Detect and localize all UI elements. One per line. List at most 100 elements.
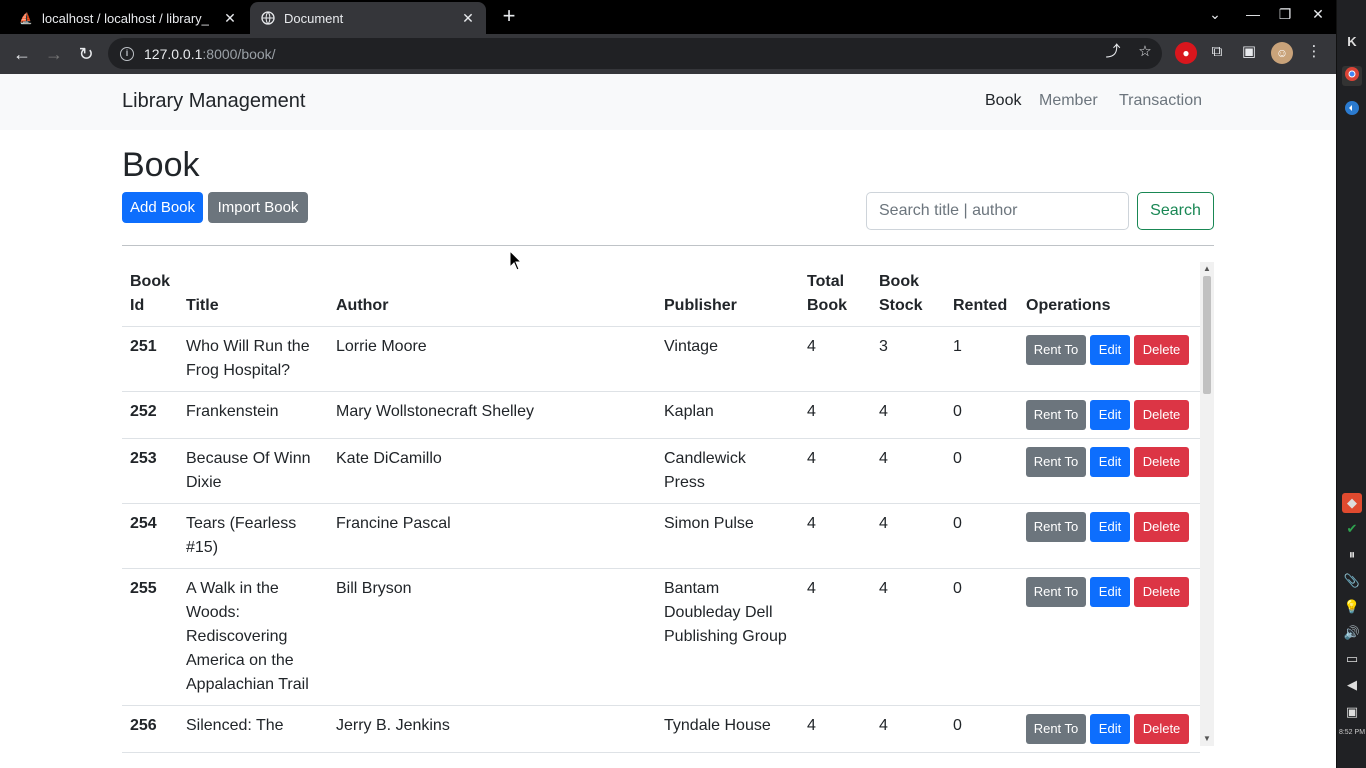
cell-rented: 0 bbox=[945, 391, 1018, 439]
site-info-icon[interactable]: i bbox=[120, 46, 134, 61]
rent-to-button[interactable]: Rent To bbox=[1026, 400, 1086, 430]
pause-icon[interactable]: ⏸ bbox=[1342, 545, 1362, 565]
cell-rented: 0 bbox=[945, 503, 1018, 569]
delete-button[interactable]: Delete bbox=[1134, 714, 1189, 744]
edit-button[interactable]: Edit bbox=[1090, 335, 1130, 365]
cell-operations: Rent To Edit Delete bbox=[1018, 438, 1200, 504]
extension-shield-icon[interactable]: ● bbox=[1175, 42, 1197, 64]
vscode-icon[interactable] bbox=[1342, 100, 1362, 120]
browser-tab-document[interactable]: Document ✕ bbox=[250, 2, 486, 34]
cell-author: Lorrie Moore bbox=[328, 326, 656, 392]
book-table: Book Id Title Author Publisher Total Boo… bbox=[122, 262, 1200, 753]
cell-operations: Rent To Edit Delete bbox=[1018, 503, 1200, 569]
tab-close-icon[interactable]: ✕ bbox=[222, 10, 238, 27]
extensions-puzzle-icon[interactable]: ⧉ bbox=[1207, 42, 1227, 62]
minimize-icon[interactable]: — bbox=[1243, 6, 1263, 22]
cell-stock: 4 bbox=[871, 503, 945, 569]
close-window-icon[interactable]: ✕ bbox=[1308, 6, 1328, 23]
cell-rented: 0 bbox=[945, 568, 1018, 706]
network-icon[interactable]: ✔ bbox=[1342, 519, 1362, 539]
desktop-icon[interactable]: ▣ bbox=[1342, 702, 1362, 722]
divider bbox=[122, 245, 1214, 246]
rent-to-button[interactable]: Rent To bbox=[1026, 335, 1086, 365]
header-operations: Operations bbox=[1018, 262, 1200, 327]
header-author: Author bbox=[328, 262, 656, 327]
edit-button[interactable]: Edit bbox=[1090, 512, 1130, 542]
delete-button[interactable]: Delete bbox=[1134, 400, 1189, 430]
cell-rented: 0 bbox=[945, 438, 1018, 504]
cell-total: 4 bbox=[799, 503, 871, 569]
cell-stock: 4 bbox=[871, 391, 945, 439]
collapse-arrow-icon[interactable]: ◀ bbox=[1342, 675, 1362, 695]
header-book-stock: Book Stock bbox=[871, 262, 945, 327]
reload-icon[interactable]: ↻ bbox=[74, 42, 98, 66]
scroll-up-arrow-icon[interactable]: ▲ bbox=[1202, 264, 1212, 273]
menu-kebab-icon[interactable]: ⋮ bbox=[1304, 42, 1324, 62]
scroll-down-arrow-icon[interactable]: ▼ bbox=[1202, 734, 1212, 743]
navbar-brand[interactable]: Library Management bbox=[122, 90, 305, 113]
nav-link-member[interactable]: Member bbox=[1039, 92, 1098, 110]
cell-author: Mary Wollstonecraft Shelley bbox=[328, 391, 656, 439]
forward-icon[interactable]: → bbox=[42, 42, 66, 66]
url-host: 127.0.0.1 bbox=[144, 45, 203, 62]
paperclip-icon[interactable]: 📎 bbox=[1342, 571, 1362, 591]
import-book-button[interactable]: Import Book bbox=[208, 192, 308, 223]
cell-book-id: 255 bbox=[122, 568, 178, 706]
cell-book-id: 253 bbox=[122, 438, 178, 504]
add-book-button[interactable]: Add Book bbox=[122, 192, 203, 223]
table-scrollbar[interactable]: ▲ ▼ bbox=[1200, 262, 1214, 746]
edit-button[interactable]: Edit bbox=[1090, 400, 1130, 430]
profile-avatar[interactable]: ☺ bbox=[1271, 42, 1293, 64]
edit-button[interactable]: Edit bbox=[1090, 447, 1130, 477]
cell-publisher: Simon Pulse bbox=[656, 503, 799, 569]
cell-total: 4 bbox=[799, 568, 871, 706]
tab-search-chevron-icon[interactable]: ⌄ bbox=[1205, 6, 1225, 23]
delete-button[interactable]: Delete bbox=[1134, 335, 1189, 365]
nav-link-transaction[interactable]: Transaction bbox=[1119, 92, 1202, 110]
edit-button[interactable]: Edit bbox=[1090, 714, 1130, 744]
back-icon[interactable]: ← bbox=[10, 42, 34, 66]
rent-to-button[interactable]: Rent To bbox=[1026, 577, 1086, 607]
rent-to-button[interactable]: Rent To bbox=[1026, 447, 1086, 477]
delete-button[interactable]: Delete bbox=[1134, 512, 1189, 542]
cell-publisher: Kaplan bbox=[656, 391, 799, 439]
delete-button[interactable]: Delete bbox=[1134, 447, 1189, 477]
browser-tab-phpmyadmin[interactable]: ⛵ localhost / localhost / library_ ✕ bbox=[8, 2, 248, 34]
restore-icon[interactable]: ❐ bbox=[1275, 6, 1295, 23]
anydesk-icon[interactable]: ◆ bbox=[1342, 493, 1362, 513]
cell-title: Who Will Run the Frog Hospital? bbox=[178, 326, 328, 392]
bookmark-star-icon[interactable]: ☆ bbox=[1135, 42, 1155, 62]
scrollbar-thumb[interactable] bbox=[1203, 276, 1211, 394]
search-input[interactable] bbox=[866, 192, 1129, 230]
side-panel-icon[interactable]: ▣ bbox=[1239, 42, 1259, 62]
rent-to-button[interactable]: Rent To bbox=[1026, 714, 1086, 744]
address-bar[interactable]: i 127.0.0.1:8000/book/ bbox=[108, 38, 1162, 69]
cell-author: Bill Bryson bbox=[328, 568, 656, 706]
edit-button[interactable]: Edit bbox=[1090, 577, 1130, 607]
cell-rented: 0 bbox=[945, 705, 1018, 753]
cell-total: 4 bbox=[799, 705, 871, 753]
cell-publisher: Vintage bbox=[656, 326, 799, 392]
lightbulb-icon[interactable]: 💡 bbox=[1342, 597, 1362, 617]
rent-to-button[interactable]: Rent To bbox=[1026, 512, 1086, 542]
cell-operations: Rent To Edit Delete bbox=[1018, 326, 1200, 392]
volume-icon[interactable]: 🔊 bbox=[1342, 623, 1362, 643]
tab-close-icon[interactable]: ✕ bbox=[460, 10, 476, 27]
table-row: 256 Silenced: The Jerry B. Jenkins Tynda… bbox=[122, 705, 1200, 753]
new-tab-button[interactable]: + bbox=[498, 5, 520, 27]
chrome-icon[interactable] bbox=[1342, 66, 1362, 86]
delete-button[interactable]: Delete bbox=[1134, 577, 1189, 607]
cell-stock: 4 bbox=[871, 705, 945, 753]
tab-title: Document bbox=[284, 10, 344, 26]
cell-stock: 3 bbox=[871, 326, 945, 392]
table-header-row: Book Id Title Author Publisher Total Boo… bbox=[122, 262, 1200, 327]
display-icon[interactable]: ▭ bbox=[1342, 649, 1362, 669]
nav-link-book[interactable]: Book bbox=[985, 92, 1021, 110]
cell-stock: 4 bbox=[871, 568, 945, 706]
search-button[interactable]: Search bbox=[1137, 192, 1214, 230]
cell-title: Frankenstein bbox=[178, 391, 328, 439]
browser-tab-bar: ⛵ localhost / localhost / library_ ✕ Doc… bbox=[0, 0, 1336, 34]
kde-logo-icon[interactable]: K bbox=[1342, 32, 1362, 52]
share-icon[interactable]: ⤴ bbox=[1103, 42, 1123, 62]
cell-publisher: Tyndale House bbox=[656, 705, 799, 753]
